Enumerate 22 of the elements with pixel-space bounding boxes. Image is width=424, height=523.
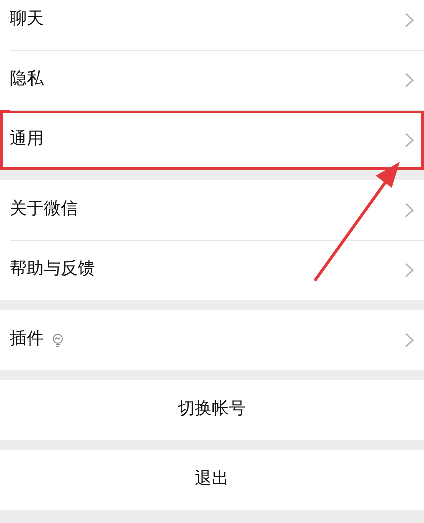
- item-label: 帮助与反馈: [10, 258, 95, 282]
- action-item[interactable]: 退出: [0, 450, 424, 510]
- settings-item[interactable]: 插件: [0, 310, 424, 370]
- settings-item[interactable]: 聊天: [0, 0, 424, 50]
- settings-item[interactable]: 隐私: [0, 50, 424, 110]
- settings-item[interactable]: 通用: [0, 110, 424, 170]
- item-label: 插件: [10, 328, 44, 352]
- chevron-icon: [405, 72, 414, 88]
- item-label: 聊天: [10, 8, 44, 32]
- chevron-icon: [405, 332, 414, 348]
- chevron-icon: [405, 262, 414, 278]
- item-label: 退出: [195, 468, 229, 492]
- item-label: 切换帐号: [178, 398, 246, 422]
- chevron-icon: [405, 132, 414, 148]
- item-label: 隐私: [10, 68, 44, 92]
- settings-item[interactable]: 帮助与反馈: [0, 240, 424, 300]
- action-item[interactable]: 切换帐号: [0, 380, 424, 440]
- item-label: 关于微信: [10, 198, 78, 222]
- chevron-icon: [405, 12, 414, 28]
- settings-item[interactable]: 关于微信: [0, 180, 424, 240]
- item-label: 通用: [10, 128, 44, 152]
- chevron-icon: [405, 202, 414, 218]
